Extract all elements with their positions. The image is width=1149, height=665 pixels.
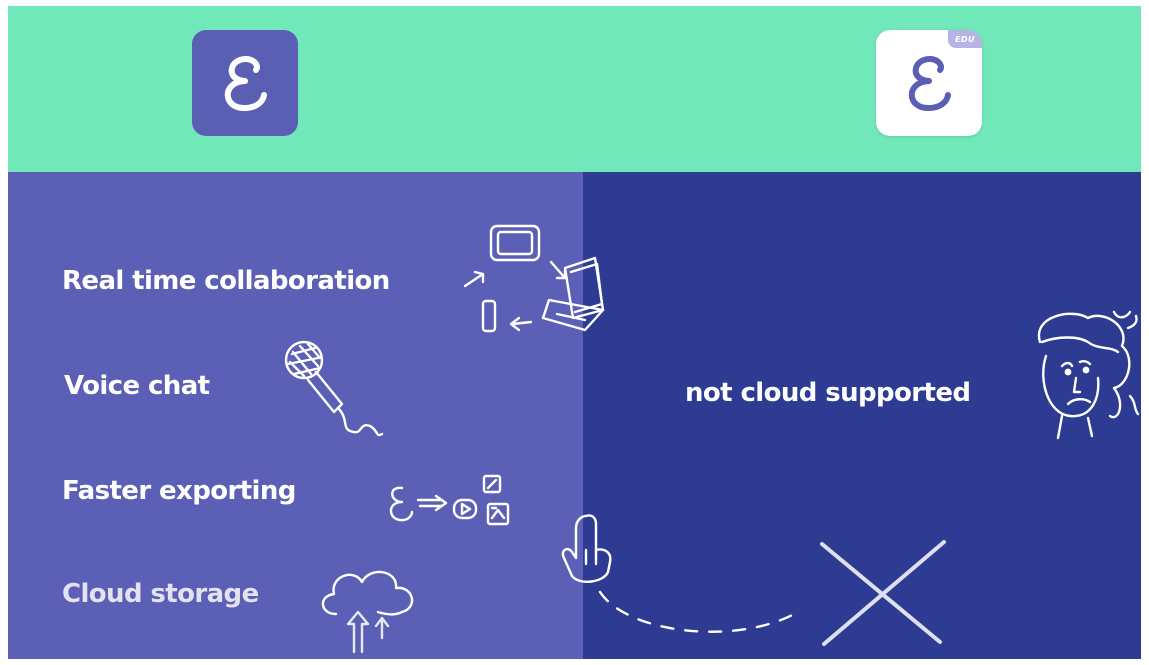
microphone-icon [284, 340, 384, 437]
slide: EDU Real time collaboration Voice chat F… [8, 6, 1141, 659]
feature-realtime-collaboration: Real time collaboration [62, 266, 390, 296]
feature-voice-chat: Voice chat [64, 371, 210, 401]
export-formats-icon [389, 474, 510, 526]
edu-not-cloud-supported: not cloud supported [685, 378, 971, 408]
standard-app-logo [192, 30, 298, 136]
logo-e-icon [224, 56, 267, 111]
dashed-connector [598, 590, 800, 633]
feature-faster-exporting: Faster exporting [62, 476, 296, 506]
devices-sync-icon [463, 224, 605, 333]
feature-cloud-storage: Cloud storage [62, 579, 259, 609]
logo-e-edu-icon [908, 56, 951, 111]
pointing-hand-icon [561, 514, 612, 583]
x-mark-icon [820, 540, 946, 646]
sad-face-icon [1037, 310, 1140, 440]
cloud-upload-icon [321, 570, 414, 654]
edu-badge: EDU [948, 30, 982, 48]
header-bar: EDU [8, 6, 1141, 172]
edu-app-logo: EDU [876, 30, 982, 136]
